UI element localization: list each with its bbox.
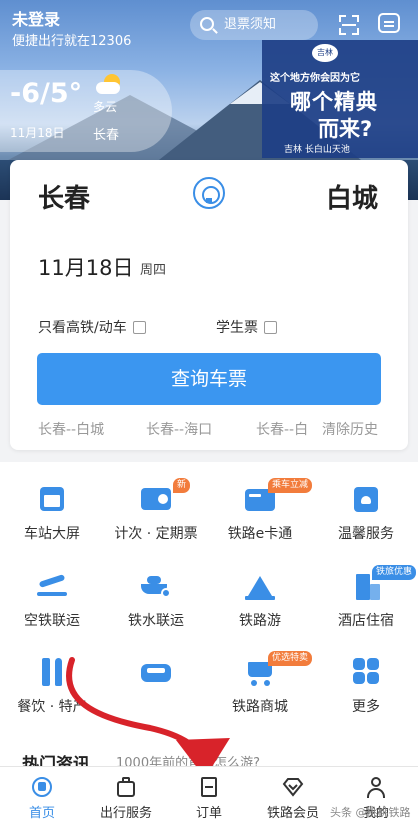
diamond-icon [282,776,304,798]
service-count-ticket[interactable]: 计次 · 定期票 [104,485,208,543]
service-more[interactable]: 更多 [314,658,418,716]
nav-membership[interactable]: 铁路会员 [251,766,335,828]
service-label: 铁路e卡通 [227,526,293,542]
service-dining[interactable]: 餐饮 · 特产 [0,658,104,716]
ad-headline: 哪个精典 [290,90,378,114]
nav-label: 出行服务 [99,806,152,821]
service-label: 酒店住宿 [338,613,394,629]
station-screen-icon [37,485,67,513]
order-doc-icon [198,776,220,798]
history-item[interactable]: 长春--白 [256,419,311,439]
message-button[interactable] [378,13,400,33]
nav-label: 铁路会员 [266,806,319,821]
dining-icon [37,658,67,686]
scan-icon [352,28,359,35]
service-station-screen[interactable]: 车站大屏 [0,485,104,543]
service-label: 车站大屏 [24,526,80,542]
mall-badge: 优选特卖 [268,651,313,666]
watermark: 头条 @桃桃铁路 [330,806,411,819]
service-hotel[interactable]: 酒店住宿 [314,572,418,630]
ticket-card-icon [141,485,171,513]
student-ticket-option[interactable]: 学生票 [216,317,277,337]
service-label: 温馨服务 [338,526,394,542]
service-label: 计次 · 定期票 [114,526,198,542]
nav-label: 订单 [195,806,222,821]
service-rail-mall[interactable]: 铁路商城 [208,658,312,716]
from-station[interactable]: 长春 [38,178,90,215]
clear-history-button[interactable]: 清除历史 [322,419,378,439]
weather-date: 11月18日 [10,126,65,140]
service-rail-travel[interactable]: 铁路游 [208,572,312,630]
student-checkbox[interactable] [264,320,277,334]
service-care[interactable]: 温馨服务 [314,485,418,543]
highspeed-only-label: 只看高铁/动车 [38,320,127,336]
weather-city: 长春 [93,128,120,143]
query-tickets-button[interactable]: 查询车票 [37,353,381,405]
scan-button[interactable] [336,12,362,38]
history-item[interactable]: 长春--海口 [146,419,212,439]
service-label: 铁路商城 [232,699,288,715]
student-ticket-label: 学生票 [216,320,258,336]
weather-condition: 多云 [93,100,118,114]
to-station[interactable]: 白城 [326,178,378,215]
hotel-badge: 铁旅优惠 [372,565,417,580]
user-icon [365,776,387,798]
care-service-icon [351,485,381,513]
luggage-icon [115,776,137,798]
highspeed-only-option[interactable]: 只看高铁/动车 [38,317,146,337]
ship-train-icon [141,572,171,600]
scan-icon [339,28,346,35]
mountain-travel-icon [245,572,275,600]
weekday: 周四 [140,263,167,278]
new-badge: 新 [173,478,191,493]
nav-label: 首页 [28,806,55,821]
nav-travel-service[interactable]: 出行服务 [84,766,168,828]
home-train-icon [31,776,53,798]
ad-headline-2: 而来? [318,117,373,141]
search-icon [200,17,214,31]
history-item[interactable]: 长春--白城 [38,419,104,439]
plane-train-icon [37,572,67,600]
nav-orders[interactable]: 订单 [167,766,251,828]
tagline: 便捷出行就在12306 [12,34,132,49]
departure-date[interactable]: 11月18日 [38,252,133,282]
service-plane-train[interactable]: 空铁联运 [0,572,104,630]
service-label: 铁水联运 [128,613,184,629]
more-grid-icon [351,658,381,686]
promo-badge: 乘车立减 [268,478,313,493]
scan-icon [352,15,359,22]
service-ship-train[interactable]: 铁水联运 [104,572,208,630]
service-label: 餐饮 · 特产 [17,699,87,715]
service-car[interactable]: 汽车 [104,658,208,716]
car-icon [141,658,171,686]
highspeed-checkbox[interactable] [132,320,146,334]
scan-icon [339,15,346,22]
nav-home[interactable]: 首页 [0,766,84,828]
service-e-card[interactable]: 铁路e卡通 [208,485,312,543]
service-label: 更多 [352,699,380,715]
ad-logo: 吉林 [312,44,338,62]
service-label: 铁路游 [239,613,281,629]
ad-footer: 吉林 长白山天池 [284,145,350,155]
login-status[interactable]: 未登录 [12,6,60,30]
swap-stations-icon[interactable] [193,177,225,209]
cloud-icon [96,82,120,94]
partly-cloudy-icon [92,74,126,96]
service-label: 空铁联运 [24,613,80,629]
ad-text: 这个地方你会因为它 [270,73,360,84]
scan-line-icon [342,24,356,26]
temperature: -6/5° [10,78,83,109]
